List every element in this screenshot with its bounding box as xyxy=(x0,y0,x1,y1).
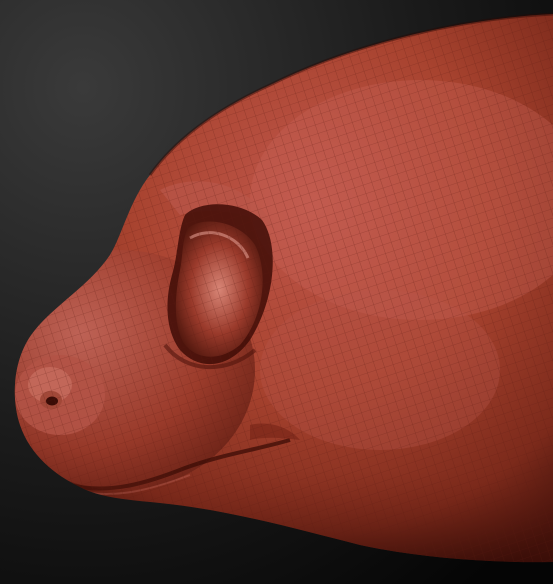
sculpt-render xyxy=(0,0,553,584)
viewport-canvas[interactable] xyxy=(0,0,553,584)
